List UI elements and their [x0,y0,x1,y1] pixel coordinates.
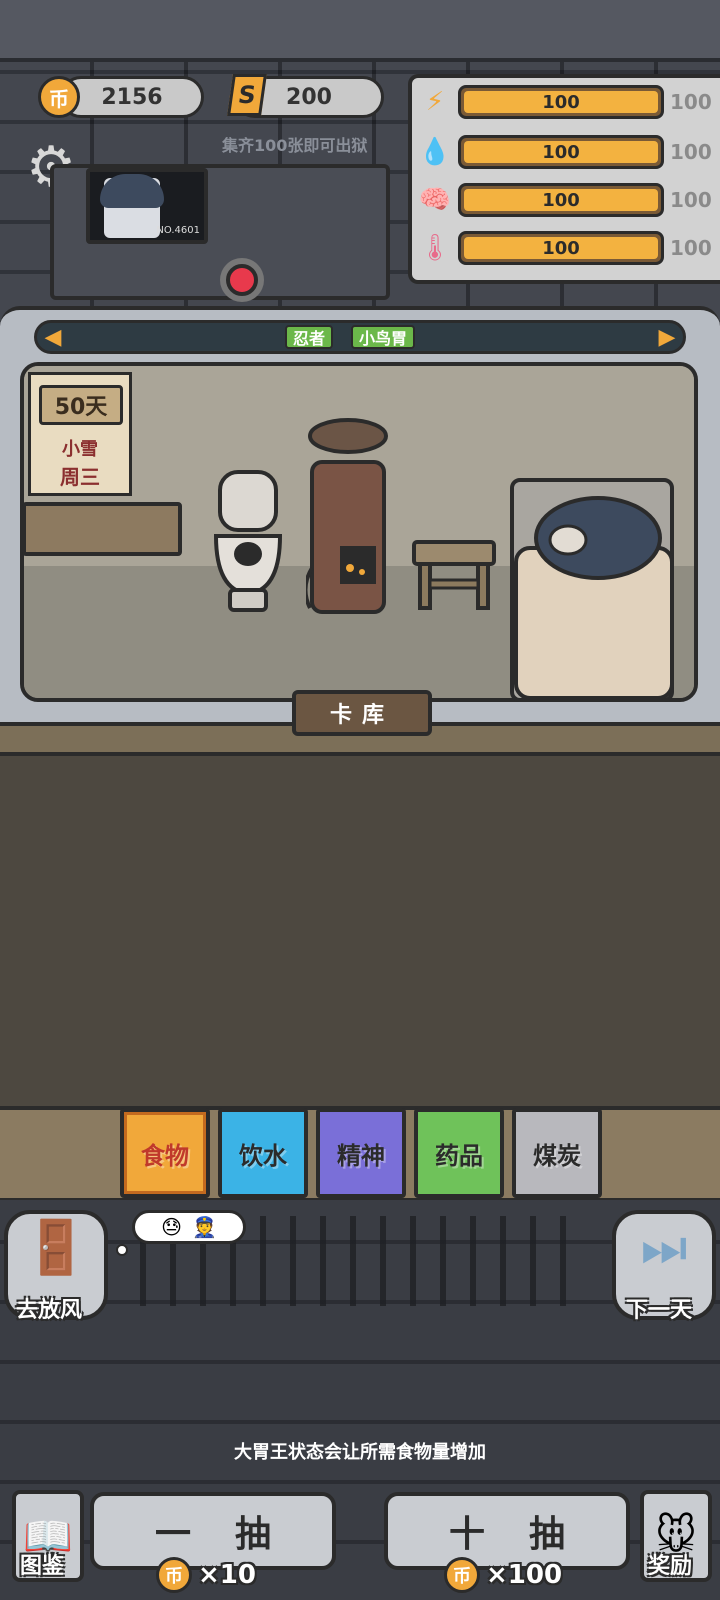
draw-ten-label: 十抽 [448,1514,609,1555]
coin-icon: 币 [156,1557,192,1593]
card-library-label[interactable]: 卡库 [292,690,432,736]
prisoner-face-icon: 😓 [161,1215,182,1239]
day-counter: 50天 [39,385,123,425]
coal-stove-icon[interactable] [306,418,390,622]
reward-label: 奖励 [648,1554,693,1579]
stat-energy: ⚡ 100 100 [418,82,712,122]
category-mind[interactable]: 精神 [316,1108,406,1198]
weather-label: 小雪 [62,439,98,460]
next-day-label: 下一天 [626,1298,693,1323]
category-coal[interactable]: 煤炭 [512,1108,602,1198]
energy-max: 100 [670,90,712,114]
mind-max: 100 [670,188,712,212]
ticket-count: 200 [286,84,332,110]
door-icon: 🚪 [23,1218,89,1278]
category-food-label: 食物 [141,1141,189,1170]
stat-mind: 🧠 100 100 [418,180,712,220]
chevron-right-icon[interactable]: ▶ [655,323,679,351]
trait-tag-ninja[interactable]: 忍者 [285,325,334,349]
water-bar: 100 [458,135,664,169]
thought-bubble: 😓 👮 [132,1210,246,1244]
temperature-bar: 100 [458,231,664,265]
alarm-light [226,264,258,296]
brain-icon: 🧠 [418,185,452,215]
thermometer-icon: 🌡 [418,233,452,263]
energy-bar: 100 [458,85,664,119]
trait-bar: ◀ 忍者 小鸟胃 ▶ [34,320,686,354]
mind-bar: 100 [458,183,664,217]
draw-one-cost: 币 ×10 [156,1554,256,1596]
trait-tag-small-appetite[interactable]: 小鸟胃 [351,325,416,349]
skip-forward-icon: ⏭ [640,1218,688,1278]
category-coal-label: 煤炭 [533,1141,581,1170]
category-medicine[interactable]: 药品 [414,1108,504,1198]
prisoner-hair [100,174,164,208]
go-out-label: 去放风 [16,1298,83,1323]
stat-temperature: 🌡 100 100 [418,228,712,268]
coin-count: 2156 [101,84,163,110]
guard-face-icon: 👮 [191,1215,217,1239]
bed-with-prisoner-icon[interactable] [508,478,678,702]
chevron-left-icon[interactable]: ◀ [41,323,65,351]
ceiling-strip [0,0,720,62]
status-tip: 大胃王状态会让所需食物量增加 [234,1442,486,1463]
toilet-icon[interactable] [212,470,284,614]
stats-panel: ⚡ 100 100 💧 100 100 🧠 100 100 🌡 100 100 [408,74,720,284]
ticket-icon: S [227,74,267,116]
coin-counter: 2156 [60,76,204,118]
calendar: 50天 小雪 周三 [28,372,132,496]
lightning-icon: ⚡ [425,87,445,117]
thought-bubble-dot [116,1244,128,1256]
water-max: 100 [670,140,712,164]
prisoner-id: NO.4601 [156,225,200,236]
category-water[interactable]: 饮水 [218,1108,308,1198]
escape-hint: 集齐100张即可出狱 [222,136,368,155]
draw-one-label: 一抽 [154,1514,315,1555]
cell-table [22,502,182,556]
draw-ten-cost: 币 ×100 [444,1554,562,1596]
water-drop-icon: 💧 [418,137,452,167]
stat-water: 💧 100 100 [418,132,712,172]
category-water-label: 饮水 [239,1141,287,1170]
stool-icon [412,540,496,610]
temperature-max: 100 [670,236,712,260]
prisoner-monitor: NO.4601 [86,168,208,244]
codex-label: 图鉴 [20,1554,65,1579]
category-medicine-label: 药品 [435,1141,483,1170]
weekday-label: 周三 [60,465,100,489]
coin-icon: 币 [444,1557,480,1593]
category-mind-label: 精神 [337,1141,385,1170]
coin-icon: 币 [38,76,80,118]
category-food[interactable]: 食物 [120,1108,210,1198]
card-board [0,752,720,1108]
